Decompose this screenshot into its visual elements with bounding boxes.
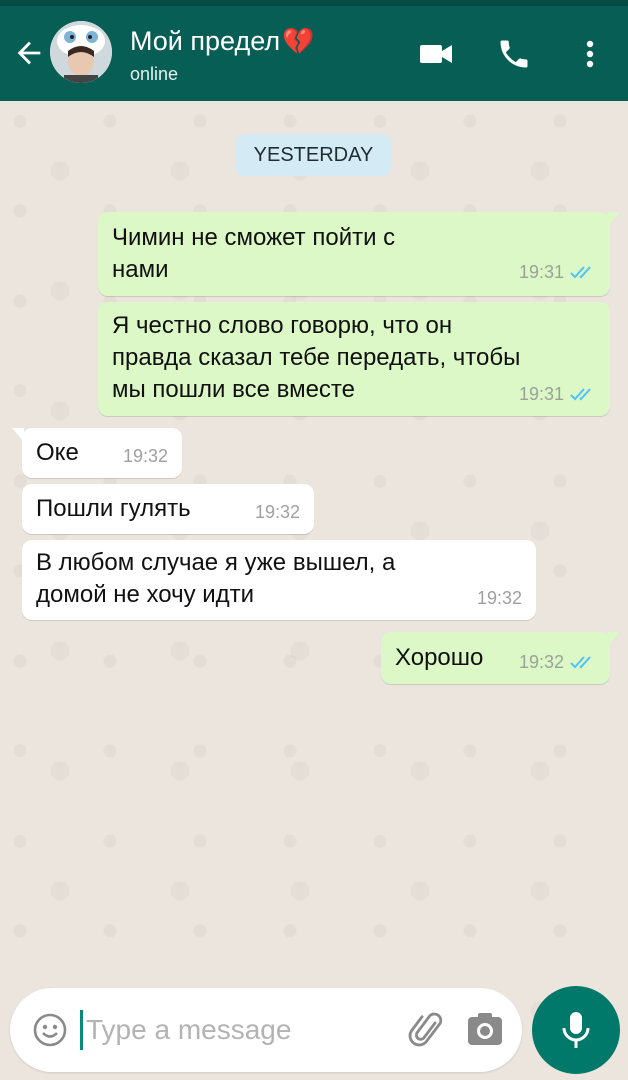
message-time: 19:31: [518, 262, 564, 282]
video-call-icon[interactable]: [418, 36, 454, 72]
message-bubble-incoming[interactable]: Оке 19:32: [12, 428, 182, 478]
voice-record-button[interactable]: [532, 986, 620, 1074]
message-time: 19:32: [122, 446, 168, 466]
avatar[interactable]: [50, 21, 112, 83]
read-receipt-icon: [570, 266, 591, 279]
message-time: 19:32: [518, 652, 564, 672]
message-text: Хорошо: [395, 644, 484, 671]
message-text: В любом случае я уже вышел, а домой не х…: [36, 549, 396, 608]
message-text: Чимин не сможет пойти с нами: [112, 224, 396, 283]
message-bubble-outgoing[interactable]: Я честно слово говорю, что он правда ска…: [98, 302, 610, 416]
message-bubble-outgoing[interactable]: Чимин не сможет пойти с нами 19:31: [98, 212, 620, 296]
message-time: 19:31: [518, 384, 564, 404]
emoji-icon[interactable]: [32, 1012, 68, 1048]
contact-status: online: [130, 64, 179, 84]
message-text: Пошли гулять: [36, 495, 191, 522]
contact-name-text: Мой предел: [130, 26, 281, 56]
message-time: 19:32: [254, 502, 300, 522]
message-text: Я честно слово говорю, что он правда ска…: [112, 312, 521, 403]
message-meta: 19:32: [519, 646, 596, 678]
message-composer: [10, 988, 522, 1072]
text-cursor: [80, 1010, 83, 1050]
broken-heart-emoji: 💔: [282, 26, 315, 56]
chat-header: Мой предел💔 online: [0, 6, 628, 101]
more-options-icon[interactable]: [572, 36, 608, 72]
contact-name[interactable]: Мой предел💔: [130, 26, 314, 57]
mic-icon: [562, 1012, 590, 1048]
camera-icon[interactable]: [465, 1010, 505, 1050]
message-bubble-incoming[interactable]: В любом случае я уже вышел, а домой не х…: [22, 540, 536, 620]
message-meta: 19:31: [519, 378, 596, 410]
attach-icon[interactable]: [406, 1008, 450, 1052]
message-meta: 19:31: [519, 256, 596, 288]
message-bubble-outgoing[interactable]: Хорошо 19:32: [381, 632, 620, 684]
read-receipt-icon: [570, 388, 591, 401]
read-receipt-icon: [570, 656, 591, 669]
phone-call-icon[interactable]: [496, 36, 532, 72]
message-time: 19:32: [476, 588, 522, 608]
message-input[interactable]: [86, 1008, 386, 1052]
date-separator: YESTERDAY: [235, 134, 392, 176]
message-bubble-incoming[interactable]: Пошли гулять 19:32: [22, 484, 314, 534]
message-text: Оке: [36, 439, 79, 466]
back-arrow-icon[interactable]: [12, 36, 46, 70]
